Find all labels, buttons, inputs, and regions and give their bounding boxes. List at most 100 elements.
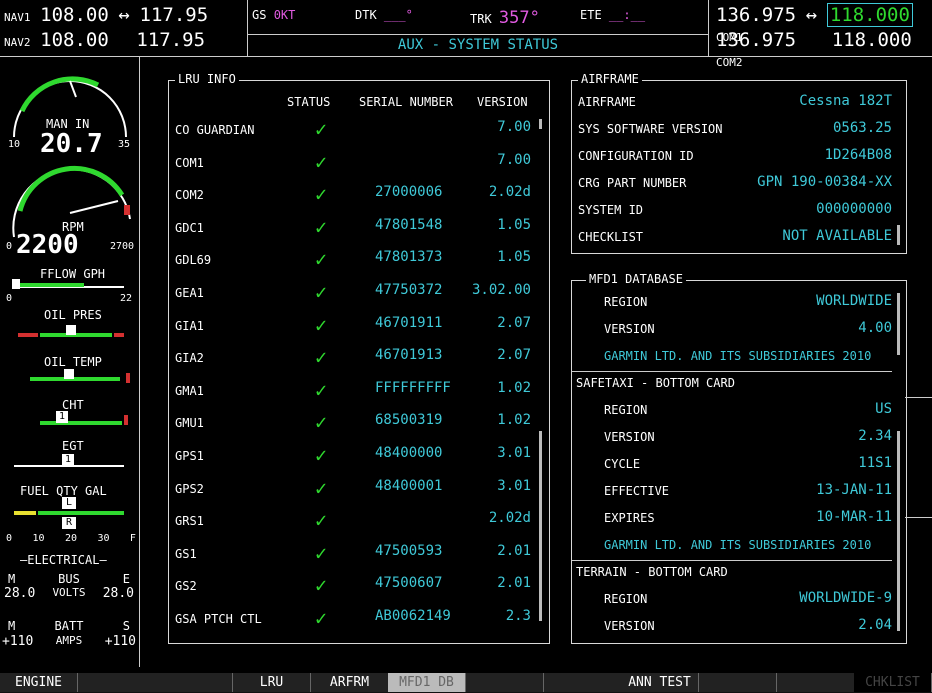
status-check-icon: ✓ bbox=[315, 540, 328, 565]
softkey-blank-7[interactable] bbox=[544, 673, 622, 692]
mfd-version-value: 4.00 bbox=[858, 320, 892, 336]
lru-row-version: 2.01 bbox=[497, 542, 531, 559]
mfd-db-scrollbar[interactable] bbox=[897, 431, 900, 631]
airframe-row-label: AIRFRAME bbox=[578, 95, 636, 109]
softkey-blank-2[interactable] bbox=[155, 673, 233, 692]
terrain-region-value: WORLDWIDE-9 bbox=[799, 590, 892, 606]
egt-label: EGT bbox=[62, 439, 84, 453]
safetaxi-cycle-label: CYCLE bbox=[604, 457, 641, 471]
status-check-icon: ✓ bbox=[315, 377, 328, 402]
lru-row-version: 2.02d bbox=[488, 510, 531, 527]
fflow-label: FFLOW GPH bbox=[40, 267, 106, 281]
com2-row[interactable]: 136.975 118.000 COM2 bbox=[716, 29, 932, 70]
lru-row-name: GDC1 bbox=[175, 220, 204, 235]
airframe-row-label: CONFIGURATION ID bbox=[578, 149, 694, 163]
mfd-db-scrollbar-top[interactable] bbox=[897, 293, 900, 355]
fflow-green-band bbox=[14, 283, 84, 287]
safetaxi-effective-label: EFFECTIVE bbox=[604, 484, 670, 498]
status-check-icon: ✓ bbox=[315, 443, 328, 467]
airframe-box[interactable]: AIRFRAME AIRFRAME Cessna 182T SYS SOFTWARE… bbox=[571, 72, 907, 254]
lru-row-serial: 27000006 bbox=[375, 184, 443, 201]
softkey-blank-10[interactable] bbox=[777, 673, 855, 692]
softkey-engine[interactable]: ENGINE bbox=[0, 673, 78, 692]
airframe-title: AIRFRAME bbox=[578, 72, 642, 86]
safetaxi-region-value: US bbox=[875, 401, 892, 417]
lru-row-version: 2.07 bbox=[497, 314, 531, 331]
status-check-icon: ✓ bbox=[315, 182, 328, 207]
airframe-row-value: 0563.25 bbox=[832, 120, 892, 136]
fuel-green-band bbox=[38, 511, 124, 515]
mfd1-database-title: MFD1 DATABASE bbox=[586, 272, 686, 286]
status-check-icon: ✓ bbox=[315, 345, 328, 370]
status-check-icon: ✓ bbox=[315, 475, 328, 500]
bus-labels: M BUS E bbox=[8, 572, 130, 586]
terrain-version-value: 2.04 bbox=[858, 617, 892, 633]
airframe-scrollbar[interactable] bbox=[897, 225, 900, 245]
lru-row-name: GDL69 bbox=[175, 253, 212, 268]
oil-pres-green-band bbox=[40, 333, 112, 337]
volts-readout: 28.0 VOLTS 28.0 bbox=[4, 586, 134, 601]
lru-scrollbar[interactable] bbox=[539, 431, 542, 621]
lru-scrollbar-top[interactable] bbox=[539, 119, 542, 129]
mfd-region-value: WORLDWIDE bbox=[816, 293, 892, 309]
lru-row-serial: 46701913 bbox=[375, 347, 443, 364]
lru-row-name: GMU1 bbox=[175, 416, 204, 431]
safetaxi-effective-value: 13-JAN-11 bbox=[816, 482, 892, 498]
oil-temp-pointer bbox=[64, 369, 74, 379]
cht-green-band bbox=[40, 421, 122, 425]
lru-row-version: 3.02.00 bbox=[471, 282, 531, 298]
com1-standby-freq: 136.975 bbox=[716, 4, 797, 26]
lru-row-version: 2.3 bbox=[505, 608, 531, 624]
ete-field: ETE __:__ bbox=[580, 8, 646, 22]
lru-row-serial: 48400001 bbox=[375, 477, 443, 494]
nav1-label: NAV1 bbox=[4, 11, 31, 24]
egt-pointer: 1 bbox=[62, 454, 74, 466]
safetaxi-copyright: GARMIN LTD. AND ITS SUBSIDIARIES 2010 bbox=[604, 538, 872, 552]
airframe-row-label: SYSTEM ID bbox=[578, 203, 644, 217]
com1-swap-icon: ↔ bbox=[805, 4, 818, 26]
man-in-value: 20.7 bbox=[40, 129, 103, 159]
nav1-row[interactable]: NAV1 108.00 ↔ 117.95 bbox=[4, 4, 208, 26]
nav1-active-freq: 108.00 bbox=[40, 4, 109, 26]
airframe-row-value: NOT AVAILABLE bbox=[782, 228, 892, 244]
rpm-min: 0 bbox=[6, 241, 13, 252]
softkey-mfd1-db[interactable]: MFD1 DB bbox=[388, 673, 466, 692]
softkey-bar: ENGINE LRU ARFRM MFD1 DB ANN TEST CHKLIST bbox=[0, 673, 932, 693]
amps-readout: +110 AMPS +110 bbox=[2, 634, 136, 649]
lru-row-name: GS1 bbox=[175, 546, 197, 561]
softkey-chklist[interactable]: CHKLIST bbox=[854, 673, 932, 692]
safetaxi-region-label: REGION bbox=[604, 403, 648, 417]
lru-row-serial: 47500607 bbox=[375, 575, 443, 592]
lru-row-serial: 47801373 bbox=[375, 249, 443, 266]
nav2-label: NAV2 bbox=[4, 36, 31, 49]
softkey-arfrm[interactable]: ARFRM bbox=[311, 673, 389, 692]
lru-col-status: STATUS bbox=[287, 95, 331, 109]
lru-row-version: 2.02d bbox=[488, 184, 531, 201]
trk-field: TRK 357° bbox=[470, 8, 540, 28]
lru-row-name: GIA1 bbox=[175, 318, 204, 333]
softkey-blank-6[interactable] bbox=[466, 673, 544, 692]
airframe-row-value: GPN 190-00384-XX bbox=[757, 174, 892, 190]
softkey-blank-1[interactable] bbox=[78, 673, 156, 692]
softkey-lru[interactable]: LRU bbox=[233, 673, 311, 692]
lru-row-serial: FFFFFFFFF bbox=[375, 379, 451, 396]
lru-col-serial: SERIAL NUMBER bbox=[359, 95, 453, 109]
nav2-row[interactable]: NAV2 108.00 117.95 bbox=[4, 29, 205, 51]
softkey-ann-test[interactable]: ANN TEST bbox=[621, 673, 699, 692]
fuel-scale-ticks: 0 10 20 30 F bbox=[6, 533, 136, 544]
airframe-row-value: 1D264B08 bbox=[824, 147, 892, 163]
mfd1-database-box[interactable]: MFD1 DATABASE REGION WORLDWIDE VERSION 4… bbox=[571, 272, 907, 644]
lru-row-name: GMA1 bbox=[175, 383, 204, 398]
status-check-icon: ✓ bbox=[315, 117, 328, 141]
lru-row-version: 2.07 bbox=[497, 347, 531, 364]
fflow-max: 22 bbox=[120, 293, 133, 304]
lru-row-name: GEA1 bbox=[175, 286, 204, 300]
fflow-min: 0 bbox=[6, 293, 13, 304]
lru-info-box[interactable]: LRU INFO STATUS SERIAL NUMBER VERSION CO… bbox=[168, 72, 550, 644]
lru-row-name: GIA2 bbox=[175, 351, 204, 366]
softkey-blank-9[interactable] bbox=[699, 673, 777, 692]
lru-row-name: CO GUARDIAN bbox=[175, 123, 255, 137]
lru-info-title: LRU INFO bbox=[175, 72, 239, 86]
terrain-version-label: VERSION bbox=[604, 619, 655, 633]
nav1-swap-icon: ↔ bbox=[118, 4, 130, 26]
